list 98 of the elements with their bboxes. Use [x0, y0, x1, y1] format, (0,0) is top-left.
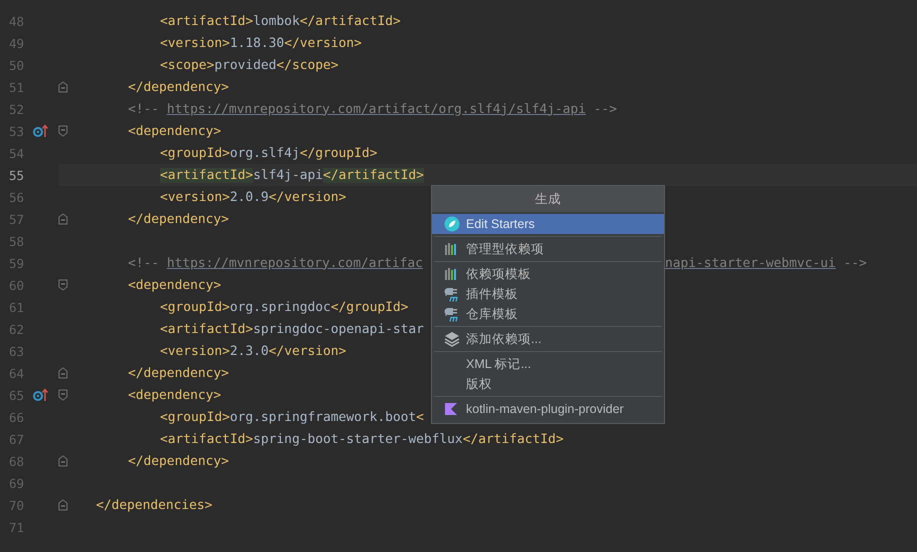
- xml-tag: </dependency>: [128, 366, 229, 380]
- comment-link[interactable]: napi-starter-webmvc-ui: [665, 256, 836, 270]
- line-number: 67: [8, 432, 24, 446]
- xml-tag: </dependency>: [128, 80, 229, 94]
- xml-tag: </dependencies>: [96, 498, 212, 512]
- fold-end-icon[interactable]: [58, 213, 68, 225]
- plug-icon: [444, 286, 460, 302]
- menu-item[interactable]: 依赖项模板: [432, 264, 664, 284]
- xml-comment: -->: [592, 102, 617, 116]
- comment-link[interactable]: https://mvnrepository.com/artifact/org.slf4j/slf4j-api: [166, 102, 586, 116]
- line-number: 57: [8, 212, 24, 226]
- run-target-icon[interactable]: [33, 388, 49, 402]
- tag-value: lombok: [253, 14, 300, 28]
- tag-value: org.springdoc: [230, 300, 331, 314]
- xml-tag: </groupId>: [300, 146, 378, 160]
- xml-tag: <dependency>: [128, 388, 222, 402]
- xml-tag: <version>: [160, 344, 230, 358]
- line-number: 71: [8, 520, 24, 534]
- line-number: 61: [8, 300, 24, 314]
- fold-icon[interactable]: [58, 125, 68, 137]
- bar-chart-icon: [444, 267, 458, 281]
- line-number: 48: [8, 14, 24, 28]
- menu-item[interactable]: kotlin-maven-plugin-provider: [432, 399, 664, 419]
- xml-tag: </dependency>: [128, 454, 229, 468]
- xml-tag: <artifactId>: [160, 322, 254, 336]
- menu-item[interactable]: Edit Starters: [432, 214, 664, 234]
- layers-icon: [444, 331, 460, 347]
- fold-end-icon[interactable]: [58, 81, 68, 93]
- menu-item[interactable]: 添加依赖项...: [432, 329, 664, 349]
- xml-tag: <scope>: [160, 58, 214, 72]
- line-number: 66: [8, 410, 24, 424]
- xml-tag: <artifactId>: [160, 14, 254, 28]
- tag-value: org.slf4j: [230, 146, 300, 160]
- xml-tag: </artifactId>: [462, 432, 564, 446]
- comment-link[interactable]: https://mvnrepository.com/artifac: [166, 256, 423, 270]
- tag-value: 2.3.0: [230, 344, 269, 358]
- fold-end-icon[interactable]: [58, 455, 68, 467]
- line-number: 62: [8, 322, 24, 336]
- xml-tag: <dependency>: [128, 278, 222, 292]
- xml-tag: <groupId>: [160, 300, 230, 314]
- xml-tag: </artifactId>: [300, 14, 401, 28]
- fold-end-icon[interactable]: [58, 367, 68, 379]
- line-number: 51: [8, 80, 24, 94]
- line-number: 52: [8, 102, 24, 116]
- menu-item[interactable]: 管理型依赖项: [432, 239, 664, 259]
- tag-value: spring-boot-starter-webflux: [253, 432, 463, 446]
- tag-value: slf4j-api: [253, 168, 323, 182]
- line-number: 70: [8, 498, 24, 512]
- line-number: 59: [8, 256, 24, 270]
- xml-tag: </version>: [268, 344, 346, 358]
- xml-comment: <!--: [128, 256, 160, 270]
- line-number: 60: [8, 278, 24, 292]
- kotlin-logo-icon: [444, 402, 458, 416]
- run-target-icon[interactable]: [33, 124, 49, 138]
- fold-icon[interactable]: [58, 279, 68, 291]
- line-number: 63: [8, 344, 24, 358]
- xml-tag: <groupId>: [160, 410, 230, 424]
- matched-xml-tag: <artifactId>: [160, 168, 254, 182]
- xml-comment: <!--: [128, 102, 160, 116]
- xml-tag: </version>: [268, 190, 346, 204]
- line-number: 49: [8, 36, 24, 50]
- tag-value: org.springframework.boot: [230, 410, 416, 424]
- bar-chart-icon: [444, 242, 458, 256]
- line-number: 54: [8, 146, 24, 160]
- plug-icon: [444, 306, 460, 322]
- xml-tag: <dependency>: [128, 124, 222, 138]
- popup-title: 生成: [432, 186, 664, 212]
- xml-tag: <version>: [160, 36, 230, 50]
- line-number: 64: [8, 366, 24, 380]
- menu-item[interactable]: XML 标记...: [432, 354, 664, 374]
- fold-icon[interactable]: [58, 389, 68, 401]
- xml-tag: <groupId>: [160, 146, 230, 160]
- xml-tag: <version>: [160, 190, 230, 204]
- line-number: 53: [8, 124, 24, 138]
- menu-item[interactable]: 版权: [432, 374, 664, 394]
- tag-value: 2.0.9: [230, 190, 269, 204]
- line-number: 68: [8, 454, 24, 468]
- xml-tag: <: [416, 410, 424, 424]
- xml-comment: -->: [842, 256, 867, 270]
- menu-item[interactable]: 仓库模板: [432, 304, 664, 324]
- menu-item[interactable]: 插件模板: [432, 284, 664, 304]
- xml-tag: </groupId>: [330, 300, 408, 314]
- line-number: 50: [8, 58, 24, 72]
- tag-value: springdoc-openapi-star: [253, 322, 424, 336]
- line-number: 56: [8, 190, 24, 204]
- line-number: 69: [8, 476, 24, 490]
- tag-value: provided: [214, 58, 276, 72]
- matched-xml-tag: </artifactId>: [323, 168, 424, 182]
- xml-tag: </version>: [284, 36, 362, 50]
- leaf-icon: [444, 216, 460, 232]
- xml-tag: </scope>: [276, 58, 339, 72]
- xml-tag: <artifactId>: [160, 432, 254, 446]
- tag-value: 1.18.30: [230, 36, 284, 50]
- xml-tag: </dependency>: [128, 212, 229, 226]
- line-number: 65: [8, 388, 24, 402]
- line-number: 58: [8, 234, 24, 248]
- fold-end-icon[interactable]: [58, 499, 68, 511]
- line-number: 55: [8, 168, 24, 182]
